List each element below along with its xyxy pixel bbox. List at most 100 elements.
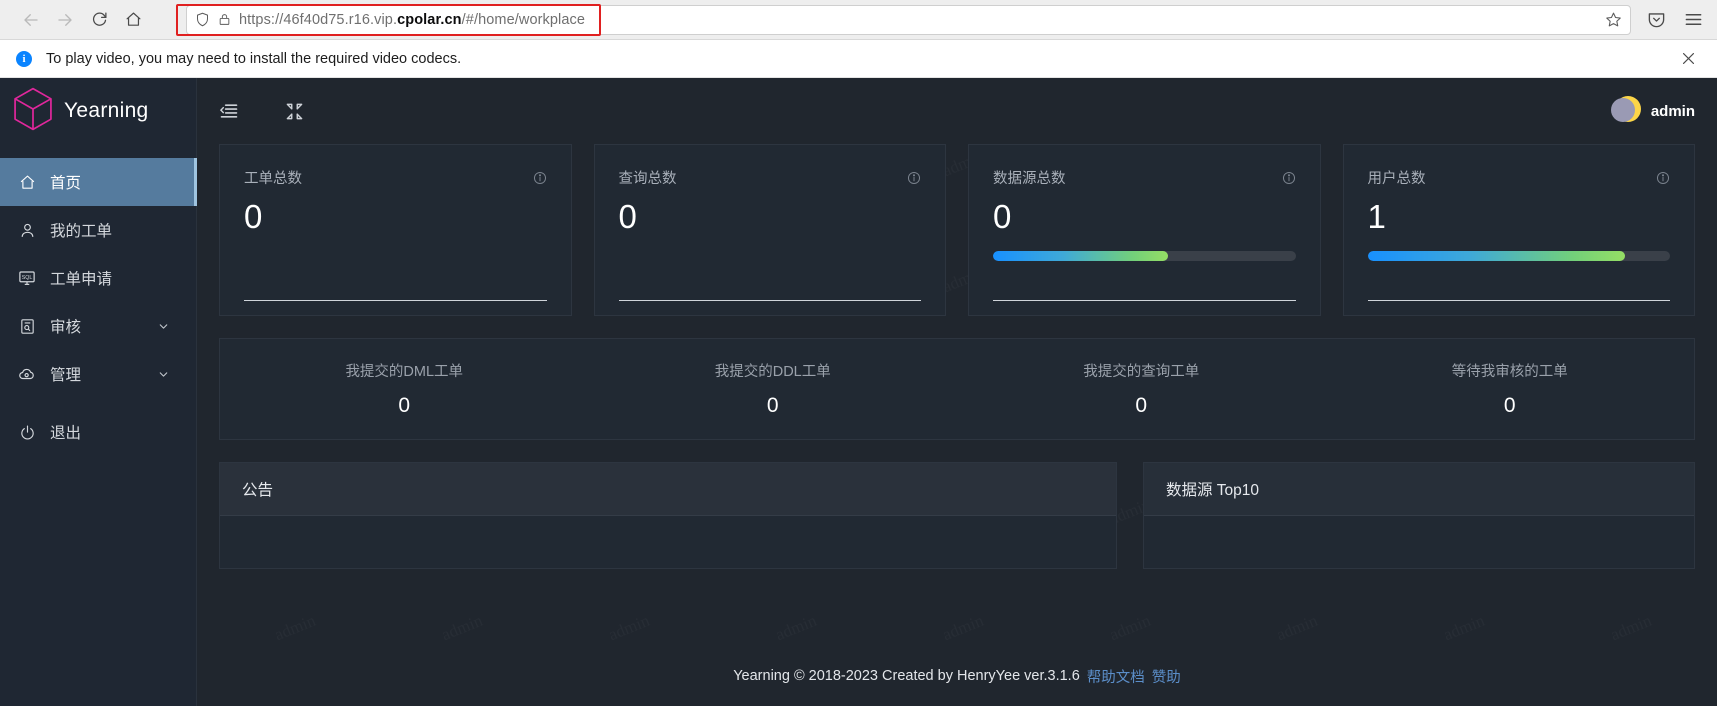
brand-name: Yearning xyxy=(64,99,149,122)
stat-card-total-datasources: 数据源总数 0 xyxy=(968,144,1321,316)
mini-stat-title: 我提交的查询工单 xyxy=(1083,364,1200,380)
stat-card-total-users: 用户总数 1 xyxy=(1342,144,1695,316)
home-icon xyxy=(125,11,142,28)
stat-header: 查询总数 xyxy=(619,167,922,188)
sidebar-item-manage[interactable]: 管理 xyxy=(0,350,196,398)
mini-stat-value: 0 xyxy=(766,394,779,417)
mini-stat-value: 0 xyxy=(1135,394,1148,417)
help-doc-link[interactable]: 帮助文档 xyxy=(1087,666,1145,687)
forward-button[interactable] xyxy=(48,3,82,37)
notification-bar: i To play video, you may need to install… xyxy=(0,40,1717,78)
info-circle-icon[interactable] xyxy=(907,171,921,185)
mini-stat-pending-audit: 等待我审核的工单 0 xyxy=(1326,360,1695,418)
progress-bar-fill xyxy=(1367,251,1625,261)
stat-card-row: 工单总数 0 查询总数 0 数据源总数 0 用户总数 1 xyxy=(219,144,1695,316)
mini-stat-title: 我提交的DDL工单 xyxy=(714,364,831,380)
sidebar-item-audit[interactable]: 审核 xyxy=(0,302,196,350)
user-menu[interactable]: admin xyxy=(1610,96,1695,126)
topbar: admin xyxy=(197,78,1717,144)
announcement-panel: 公告 xyxy=(219,462,1117,569)
address-bar-container: https://46f40d75.r16.vip.cpolar.cn/#/hom… xyxy=(164,3,1631,36)
info-circle-icon[interactable] xyxy=(1282,171,1296,185)
panel-title: 公告 xyxy=(220,463,1116,516)
address-bar[interactable]: https://46f40d75.r16.vip.cpolar.cn/#/hom… xyxy=(186,4,1631,35)
mini-stat-ddl: 我提交的DDL工单 0 xyxy=(589,360,958,418)
back-button[interactable] xyxy=(14,3,48,37)
browser-right-controls xyxy=(1641,10,1703,29)
url-suffix: /#/home/workplace xyxy=(461,11,586,28)
stat-header: 用户总数 xyxy=(1368,167,1671,188)
mini-stat-dml: 我提交的DML工单 0 xyxy=(220,360,589,418)
sidebar-item-home[interactable]: 首页 xyxy=(0,158,197,206)
progress-bar xyxy=(1367,251,1670,261)
logout-icon xyxy=(18,424,36,441)
mini-stat-title: 我提交的DML工单 xyxy=(345,364,464,380)
home-button[interactable] xyxy=(116,3,150,37)
info-icon: i xyxy=(16,50,32,67)
stat-footer xyxy=(993,251,1296,315)
stat-title: 用户总数 xyxy=(1367,171,1426,187)
stat-header: 数据源总数 xyxy=(993,167,1296,188)
url-prefix: https://46f40d75.r16.vip. xyxy=(239,11,398,28)
mini-stat-query: 我提交的查询工单 0 xyxy=(957,360,1326,418)
divider xyxy=(993,300,1296,301)
lock-icon[interactable] xyxy=(218,12,231,27)
mini-stat-title: 等待我审核的工单 xyxy=(1451,364,1568,380)
topbar-icon-group xyxy=(211,101,304,121)
sidebar-item-my-orders[interactable]: 我的工单 xyxy=(0,206,196,254)
stat-value: 0 xyxy=(993,198,1012,235)
progress-bar-fill xyxy=(993,251,1169,261)
close-icon[interactable] xyxy=(1680,50,1701,67)
sidebar-item-label: 工单申请 xyxy=(50,271,113,288)
compress-arrows-icon[interactable] xyxy=(285,102,304,121)
shield-icon[interactable] xyxy=(195,12,210,27)
forward-arrow-icon xyxy=(56,11,74,29)
audit-document-icon xyxy=(18,318,36,335)
chevron-down-icon[interactable] xyxy=(157,368,170,381)
info-circle-icon[interactable] xyxy=(1656,171,1670,185)
mini-stat-value: 0 xyxy=(398,394,411,417)
sidebar-item-label: 首页 xyxy=(50,175,82,192)
stat-card-total-queries: 查询总数 0 xyxy=(593,144,946,316)
pocket-save-icon[interactable] xyxy=(1647,10,1666,29)
menu-fold-icon[interactable] xyxy=(219,101,239,121)
footer: Yearning © 2018-2023 Created by HenryYee… xyxy=(197,646,1717,706)
stat-title: 查询总数 xyxy=(618,171,677,187)
chevron-down-icon[interactable] xyxy=(157,320,170,333)
sidebar-item-label: 审核 xyxy=(50,319,82,336)
divider xyxy=(1367,300,1670,301)
datasource-top10-panel: 数据源 Top10 xyxy=(1143,462,1695,569)
sidebar-item-logout[interactable]: 退出 xyxy=(0,408,196,456)
sql-monitor-icon: SQL xyxy=(18,269,36,287)
sponsor-link[interactable]: 赞助 xyxy=(1152,666,1181,687)
svg-text:SQL: SQL xyxy=(22,275,33,281)
stat-value: 1 xyxy=(1367,198,1386,235)
bottom-panel-row: 公告 数据源 Top10 xyxy=(219,462,1695,569)
brand[interactable]: Yearning xyxy=(0,78,196,144)
progress-bar xyxy=(993,251,1296,261)
main-area: admin 工单总数 0 查询总数 0 数据源总数 0 用户总数 1 我提交的D… xyxy=(197,78,1717,706)
mini-stat-row: 我提交的DML工单 0 我提交的DDL工单 0 我提交的查询工单 0 等待我审核… xyxy=(219,338,1695,440)
sidebar-item-order-apply[interactable]: SQL 工单申请 xyxy=(0,254,196,302)
stat-card-total-orders: 工单总数 0 xyxy=(219,144,572,316)
stat-value: 0 xyxy=(244,198,263,235)
cloud-manage-icon xyxy=(18,365,36,383)
footer-copyright: Yearning © 2018-2023 Created by HenryYee… xyxy=(733,668,1080,684)
stat-title: 工单总数 xyxy=(244,171,302,187)
hamburger-menu-icon[interactable] xyxy=(1684,10,1703,29)
url-text: https://46f40d75.r16.vip.cpolar.cn/#/hom… xyxy=(239,12,585,28)
stat-header: 工单总数 xyxy=(244,167,547,188)
bookmark-star-icon[interactable] xyxy=(1605,11,1622,28)
panel-body xyxy=(1144,516,1694,568)
divider xyxy=(244,300,547,301)
user-icon xyxy=(18,222,36,239)
sidebar-nav: 首页 我的工单 SQL 工单申请 审核 管理 退出 xyxy=(0,158,197,456)
sidebar-item-label: 我的工单 xyxy=(50,223,113,240)
reload-button[interactable] xyxy=(82,3,116,37)
stat-value: 0 xyxy=(618,198,637,235)
stat-footer xyxy=(1367,251,1670,315)
yearning-cube-logo xyxy=(12,87,54,136)
notification-message: To play video, you may need to install t… xyxy=(46,50,462,67)
url-host: cpolar.cn xyxy=(397,11,462,28)
info-circle-icon[interactable] xyxy=(533,171,547,185)
